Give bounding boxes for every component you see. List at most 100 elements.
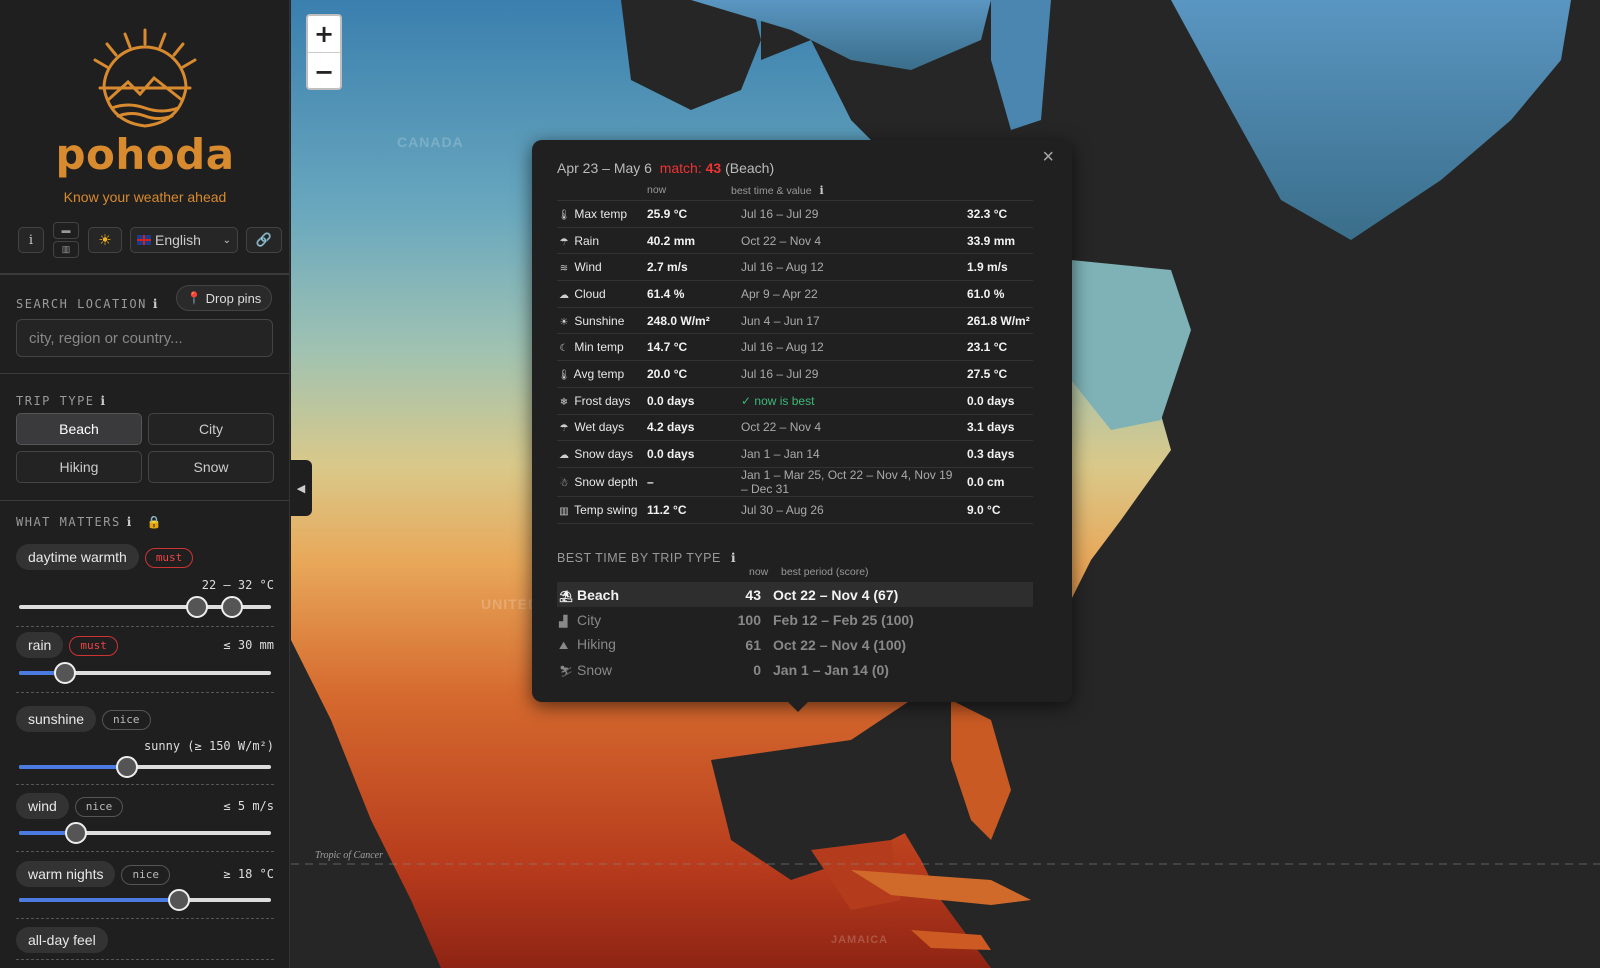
slider-handle[interactable] bbox=[54, 662, 76, 684]
pref-name[interactable]: sunshine bbox=[16, 706, 97, 732]
zoom-out-button[interactable]: − bbox=[308, 53, 340, 90]
metric-row: ☃ Snow depth – Jan 1 – Mar 25, Oct 22 – No… bbox=[557, 466, 1033, 497]
map-view-icon[interactable]: ▬ bbox=[53, 222, 79, 239]
metric-now: 61.4 % bbox=[647, 280, 741, 308]
drop-pins-button[interactable]: 📍 Drop pins bbox=[176, 285, 272, 311]
metric-name: ☁ Cloud bbox=[557, 280, 647, 308]
pref-name[interactable]: daytime warmth bbox=[16, 544, 139, 570]
pref-value: ≤ 30 mm bbox=[223, 638, 274, 652]
language-label: English bbox=[155, 232, 201, 248]
pref-value: 22 – 32 °C bbox=[201, 578, 274, 592]
view-toggle[interactable]: ▬ ▥ bbox=[52, 221, 80, 259]
pref-name[interactable]: rain bbox=[16, 632, 64, 658]
sidebar-divider bbox=[0, 500, 289, 501]
pref-tag-nice[interactable]: nice bbox=[74, 796, 124, 817]
metric-best-period: Oct 22 – Nov 4 bbox=[741, 413, 967, 441]
language-select[interactable]: English ⌄ bbox=[130, 227, 238, 253]
popup-header: Apr 23 – May 6 match: 43 (Beach) bbox=[557, 160, 774, 176]
divider bbox=[16, 784, 274, 785]
slider-handle[interactable] bbox=[168, 889, 190, 911]
hiking-icon: ⛰ bbox=[559, 640, 569, 652]
sidebar: pohoda Know your weather ahead i ▬ ▥ ☀ E… bbox=[0, 0, 290, 968]
trip-row-snow[interactable]: ⛷ Snow 0 Jan 1 – Jan 14 (0) bbox=[557, 657, 1033, 682]
trip-snow-button[interactable]: Snow bbox=[148, 451, 274, 483]
pref-name[interactable]: wind bbox=[16, 793, 69, 819]
metric-row: 🌡 Max temp 25.9 °C Jul 16 – Jul 29 32.3 °C bbox=[557, 200, 1033, 228]
metric-best-period: Oct 22 – Nov 4 bbox=[741, 226, 967, 254]
trip-row-hiking[interactable]: ⛰ Hiking 61 Oct 22 – Nov 4 (100) bbox=[557, 632, 1033, 657]
metric-now: 20.0 °C bbox=[647, 360, 741, 388]
pref-tag-must[interactable]: must bbox=[144, 547, 194, 568]
pref-wind: wind nice ≤ 5 m/s bbox=[16, 793, 274, 853]
sidebar-divider bbox=[0, 373, 289, 374]
zoom-control: + − bbox=[306, 14, 342, 90]
slider[interactable] bbox=[19, 662, 271, 684]
metric-best-period: Jul 30 – Aug 26 bbox=[741, 495, 967, 524]
slider-handle[interactable] bbox=[116, 756, 138, 778]
slider-max-handle[interactable] bbox=[221, 596, 243, 618]
location-search-input[interactable] bbox=[16, 319, 273, 357]
wind-icon: ≋ bbox=[559, 263, 569, 275]
metric-best-value: 261.8 W/m² bbox=[967, 306, 1033, 334]
zoom-in-button[interactable]: + bbox=[308, 16, 340, 53]
slider[interactable] bbox=[19, 889, 271, 911]
snow-cloud-icon: ☁ bbox=[559, 450, 569, 462]
snow-icon: ⛷ bbox=[559, 665, 573, 678]
metric-best-value: 23.1 °C bbox=[967, 333, 1033, 361]
pref-tag-nice[interactable]: nice bbox=[102, 709, 151, 730]
metric-best-value: 1.9 m/s bbox=[967, 253, 1033, 281]
best-time-section-label: BEST TIME BY TRIP TYPE i bbox=[557, 550, 737, 565]
metric-now: 0.0 days bbox=[647, 440, 741, 468]
info-button[interactable]: i bbox=[18, 227, 44, 253]
info-icon[interactable]: i bbox=[153, 297, 159, 311]
beach-icon: ⛱ bbox=[559, 590, 573, 603]
lock-icon[interactable]: 🔒 bbox=[147, 515, 163, 529]
info-icon[interactable]: i bbox=[731, 550, 736, 565]
drop-pins-label: Drop pins bbox=[205, 290, 262, 306]
metric-row: ☂ Wet days 4.2 days Oct 22 – Nov 4 3.1 days bbox=[557, 413, 1033, 441]
trip-name: ⛰ Hiking bbox=[559, 636, 616, 652]
metric-row: 🌡 Avg temp 20.0 °C Jul 16 – Jul 29 27.5 °C bbox=[557, 360, 1033, 388]
sun-icon: ☀ bbox=[559, 316, 569, 328]
metric-row: ☁ Snow days 0.0 days Jan 1 – Jan 14 0.3 day… bbox=[557, 440, 1033, 468]
slider-min-handle[interactable] bbox=[186, 596, 208, 618]
metric-best-value: 0.0 days bbox=[967, 386, 1033, 414]
sun-icon: ☀ bbox=[98, 232, 112, 249]
divider bbox=[16, 918, 274, 919]
trip-city-button[interactable]: City bbox=[148, 413, 274, 445]
info-icon[interactable]: i bbox=[101, 394, 107, 408]
metric-best-value: 3.1 days bbox=[967, 413, 1033, 441]
metric-best-value: 0.3 days bbox=[967, 440, 1033, 468]
close-icon[interactable]: × bbox=[1042, 146, 1054, 169]
info-icon[interactable]: i bbox=[820, 184, 824, 197]
pref-tag-nice[interactable]: nice bbox=[121, 864, 170, 885]
collapse-sidebar-button[interactable]: ◀ bbox=[290, 460, 312, 516]
info-icon[interactable]: i bbox=[127, 515, 133, 529]
slider[interactable] bbox=[19, 822, 271, 844]
metric-now: 0.0 days bbox=[647, 386, 741, 414]
metric-now: 4.2 days bbox=[647, 413, 741, 441]
what-matters-section-label: WHAT MATTERS i 🔒 bbox=[16, 515, 164, 529]
link-icon: 🔗 bbox=[255, 232, 273, 247]
trip-row-city[interactable]: ▟ City 100 Feb 12 – Feb 25 (100) bbox=[557, 607, 1033, 632]
slider[interactable] bbox=[19, 756, 271, 778]
metric-best-value: 61.0 % bbox=[967, 280, 1033, 308]
map-label-united: UNITED bbox=[481, 596, 540, 612]
theme-button[interactable]: ☀ bbox=[88, 227, 122, 253]
trip-beach-button[interactable]: Beach bbox=[16, 413, 142, 445]
trip-row-beach[interactable]: ⛱ Beach 43 Oct 22 – Nov 4 (67) bbox=[557, 582, 1033, 607]
range-slider[interactable] bbox=[19, 596, 271, 618]
chart-view-icon[interactable]: ▥ bbox=[53, 241, 79, 258]
sidebar-divider bbox=[0, 273, 289, 275]
pref-tag-must[interactable]: must bbox=[69, 635, 118, 656]
share-link-button[interactable]: 🔗 bbox=[246, 227, 282, 253]
match-label: match: bbox=[659, 160, 702, 176]
pref-name[interactable]: warm nights bbox=[16, 861, 116, 887]
best-time-table: ⛱ Beach 43 Oct 22 – Nov 4 (67) ▟ City 100 Feb 1… bbox=[557, 582, 1033, 682]
pref-all-day-feel: all-day feel bbox=[16, 927, 274, 967]
metric-row: ▥ Temp swing 11.2 °C Jul 30 – Aug 26 9.0 °C bbox=[557, 495, 1033, 524]
trip-hiking-button[interactable]: Hiking bbox=[16, 451, 142, 483]
slider-handle[interactable] bbox=[65, 822, 87, 844]
info-icon: i bbox=[28, 232, 34, 248]
pref-name[interactable]: all-day feel bbox=[16, 927, 108, 953]
